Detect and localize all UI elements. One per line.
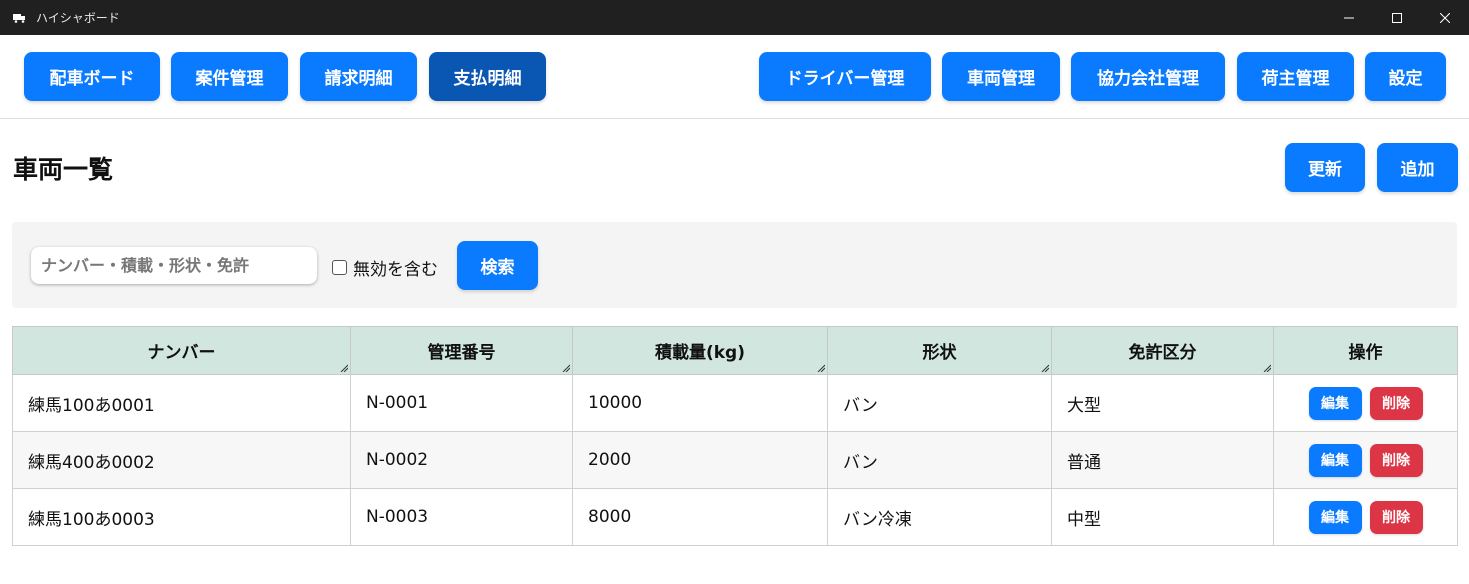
nav-partner-management[interactable]: 協力会社管理 xyxy=(1071,52,1225,101)
main-nav: 配車ボード 案件管理 請求明細 支払明細 ドライバー管理 車両管理 協力会社管理… xyxy=(0,35,1469,119)
cell-mgmt-number: N-0001 xyxy=(350,374,573,432)
window-titlebar: ハイシャボード xyxy=(0,0,1469,35)
include-inactive-toggle[interactable]: 無効を含む xyxy=(332,255,438,280)
table-header-row: ナンバー 管理番号 積載量(kg) 形状 免許区分 操作 xyxy=(12,326,1458,375)
cell-actions: 編集 削除 xyxy=(1273,431,1458,489)
window-title: ハイシャボード xyxy=(36,11,120,25)
nav-vehicle-management[interactable]: 車両管理 xyxy=(942,52,1060,101)
cell-actions: 編集 削除 xyxy=(1273,488,1458,546)
maximize-icon xyxy=(1392,12,1402,23)
cell-license: 大型 xyxy=(1051,374,1274,432)
minimize-icon xyxy=(1344,17,1354,18)
edit-button[interactable]: 編集 xyxy=(1308,386,1362,420)
column-header-shape[interactable]: 形状 xyxy=(827,326,1052,375)
close-icon xyxy=(1440,12,1450,23)
close-button[interactable] xyxy=(1421,0,1469,35)
delete-button[interactable]: 削除 xyxy=(1369,500,1423,534)
cell-load: 2000 xyxy=(572,431,828,489)
resize-handle-icon[interactable] xyxy=(1263,364,1271,372)
cell-load: 8000 xyxy=(572,488,828,546)
table-row: 練馬100あ0001 N-0001 10000 バン 大型 編集 削除 xyxy=(12,374,1458,432)
nav-driver-management[interactable]: ドライバー管理 xyxy=(759,52,931,101)
truck-icon xyxy=(12,12,28,24)
cell-number: 練馬400あ0002 xyxy=(12,431,351,489)
include-inactive-checkbox[interactable] xyxy=(332,260,347,275)
column-header-actions: 操作 xyxy=(1273,326,1458,375)
cell-mgmt-number: N-0002 xyxy=(350,431,573,489)
search-panel: 無効を含む 検索 xyxy=(12,222,1457,308)
cell-number: 練馬100あ0003 xyxy=(12,488,351,546)
cell-shape: バン xyxy=(827,431,1052,489)
nav-billing-details[interactable]: 請求明細 xyxy=(300,52,417,101)
cell-load: 10000 xyxy=(572,374,828,432)
resize-handle-icon[interactable] xyxy=(340,364,348,372)
page-title: 車両一覧 xyxy=(13,155,114,184)
add-button[interactable]: 追加 xyxy=(1377,143,1458,192)
include-inactive-label: 無効を含む xyxy=(353,260,438,280)
nav-shipper-management[interactable]: 荷主管理 xyxy=(1237,52,1354,101)
nav-dispatch-board[interactable]: 配車ボード xyxy=(24,52,160,101)
vehicle-table: ナンバー 管理番号 積載量(kg) 形状 免許区分 操作 練馬100あ0001 … xyxy=(12,326,1458,546)
table-row: 練馬100あ0003 N-0003 8000 バン冷凍 中型 編集 削除 xyxy=(12,488,1458,546)
cell-number: 練馬100あ0001 xyxy=(12,374,351,432)
edit-button[interactable]: 編集 xyxy=(1308,500,1362,534)
column-header-license[interactable]: 免許区分 xyxy=(1051,326,1274,375)
nav-payment-details[interactable]: 支払明細 xyxy=(429,52,546,101)
cell-license: 普通 xyxy=(1051,431,1274,489)
resize-handle-icon[interactable] xyxy=(1041,364,1049,372)
nav-settings[interactable]: 設定 xyxy=(1365,52,1446,101)
delete-button[interactable]: 削除 xyxy=(1369,386,1423,420)
minimize-button[interactable] xyxy=(1325,0,1373,35)
cell-actions: 編集 削除 xyxy=(1273,374,1458,432)
resize-handle-icon[interactable] xyxy=(817,364,825,372)
cell-license: 中型 xyxy=(1051,488,1274,546)
column-header-number[interactable]: ナンバー xyxy=(12,326,351,375)
column-header-mgmt-number[interactable]: 管理番号 xyxy=(350,326,573,375)
edit-button[interactable]: 編集 xyxy=(1308,443,1362,477)
column-header-load[interactable]: 積載量(kg) xyxy=(572,326,828,375)
cell-mgmt-number: N-0003 xyxy=(350,488,573,546)
delete-button[interactable]: 削除 xyxy=(1369,443,1423,477)
table-row: 練馬400あ0002 N-0002 2000 バン 普通 編集 削除 xyxy=(12,431,1458,489)
maximize-button[interactable] xyxy=(1373,0,1421,35)
search-button[interactable]: 検索 xyxy=(457,241,538,290)
refresh-button[interactable]: 更新 xyxy=(1285,143,1365,192)
nav-case-management[interactable]: 案件管理 xyxy=(171,52,288,101)
cell-shape: バン xyxy=(827,374,1052,432)
resize-handle-icon[interactable] xyxy=(562,364,570,372)
cell-shape: バン冷凍 xyxy=(827,488,1052,546)
search-input[interactable] xyxy=(31,247,317,284)
